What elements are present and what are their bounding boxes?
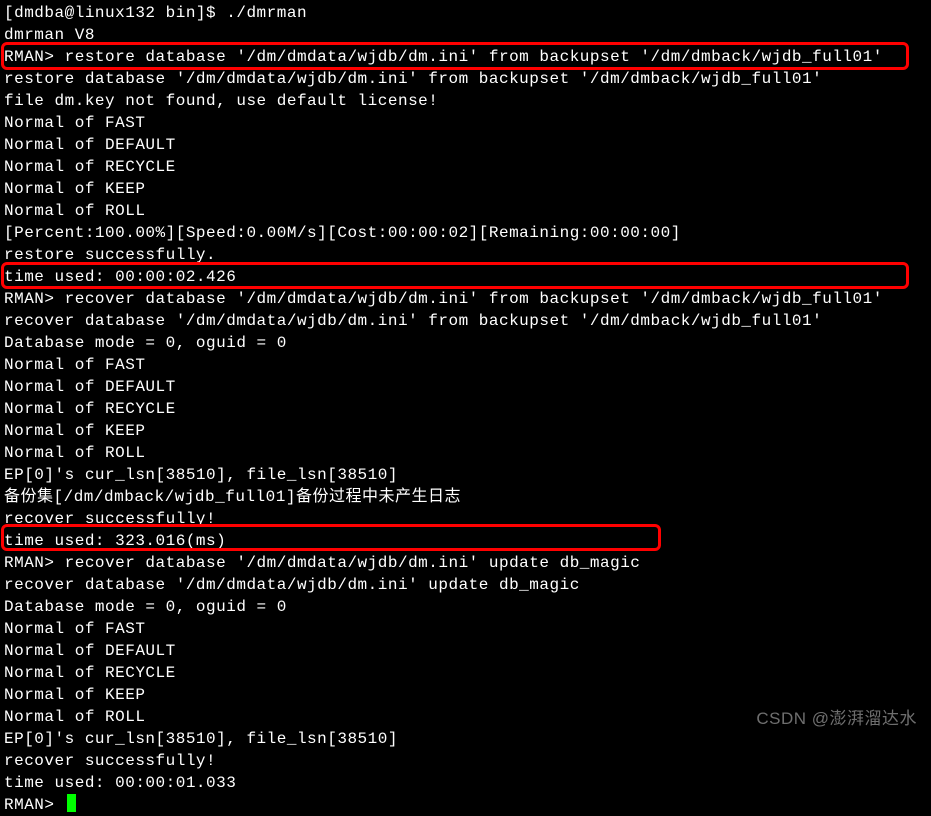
rman-prompt: RMAN> [4,46,65,68]
terminal-window[interactable]: [dmdba@linux132 bin]$ ./dmrman dmrman V8… [4,2,927,816]
output-line: Database mode = 0, oguid = 0 [4,596,927,618]
output-line: Normal of ROLL [4,442,927,464]
output-line: file dm.key not found, use default licen… [4,90,927,112]
output-line: EP[0]'s cur_lsn[38510], file_lsn[38510] [4,464,927,486]
rman-command-restore: restore database '/dm/dmdata/wjdb/dm.ini… [65,46,883,68]
output-line: Normal of RECYCLE [4,156,927,178]
output-line: recover successfully! [4,750,927,772]
output-line: dmrman V8 [4,24,927,46]
output-line: Normal of RECYCLE [4,662,927,684]
output-line: time used: 00:00:01.033 [4,772,927,794]
rman-command-recover: recover database '/dm/dmdata/wjdb/dm.ini… [65,288,883,310]
output-line: restore successfully. [4,244,927,266]
cursor-icon [67,794,76,812]
output-line: time used: 323.016(ms) [4,530,927,552]
output-line: 备份集[/dm/dmback/wjdb_full01]备份过程中未产生日志 [4,486,927,508]
output-line: restore database '/dm/dmdata/wjdb/dm.ini… [4,68,927,90]
output-line: Database mode = 0, oguid = 0 [4,332,927,354]
output-line: EP[0]'s cur_lsn[38510], file_lsn[38510] [4,728,927,750]
watermark-text: CSDN @澎湃溜达水 [756,708,917,730]
output-line: recover successfully! [4,508,927,530]
output-line: Normal of DEFAULT [4,376,927,398]
output-line: Normal of DEFAULT [4,134,927,156]
output-line: Normal of FAST [4,618,927,640]
output-line: recover database '/dm/dmdata/wjdb/dm.ini… [4,310,927,332]
rman-prompt: RMAN> [4,288,65,310]
output-line: Normal of KEEP [4,178,927,200]
output-line: recover database '/dm/dmdata/wjdb/dm.ini… [4,574,927,596]
output-line: Normal of DEFAULT [4,640,927,662]
output-line: Normal of ROLL [4,200,927,222]
output-line: Normal of FAST [4,354,927,376]
output-line: Normal of KEEP [4,684,927,706]
output-line: Normal of RECYCLE [4,398,927,420]
output-line: time used: 00:00:02.426 [4,266,927,288]
rman-prompt: RMAN> [4,794,65,816]
rman-command-line: RMAN> restore database '/dm/dmdata/wjdb/… [4,46,927,68]
rman-command-update-magic: recover database '/dm/dmdata/wjdb/dm.ini… [65,552,641,574]
rman-command-line: RMAN> recover database '/dm/dmdata/wjdb/… [4,552,927,574]
progress-line: [Percent:100.00%][Speed:0.00M/s][Cost:00… [4,222,927,244]
rman-active-prompt[interactable]: RMAN> [4,794,927,816]
output-line: Normal of KEEP [4,420,927,442]
rman-command-line: RMAN> recover database '/dm/dmdata/wjdb/… [4,288,927,310]
shell-prompt-line: [dmdba@linux132 bin]$ ./dmrman [4,2,927,24]
output-line: Normal of FAST [4,112,927,134]
rman-prompt: RMAN> [4,552,65,574]
